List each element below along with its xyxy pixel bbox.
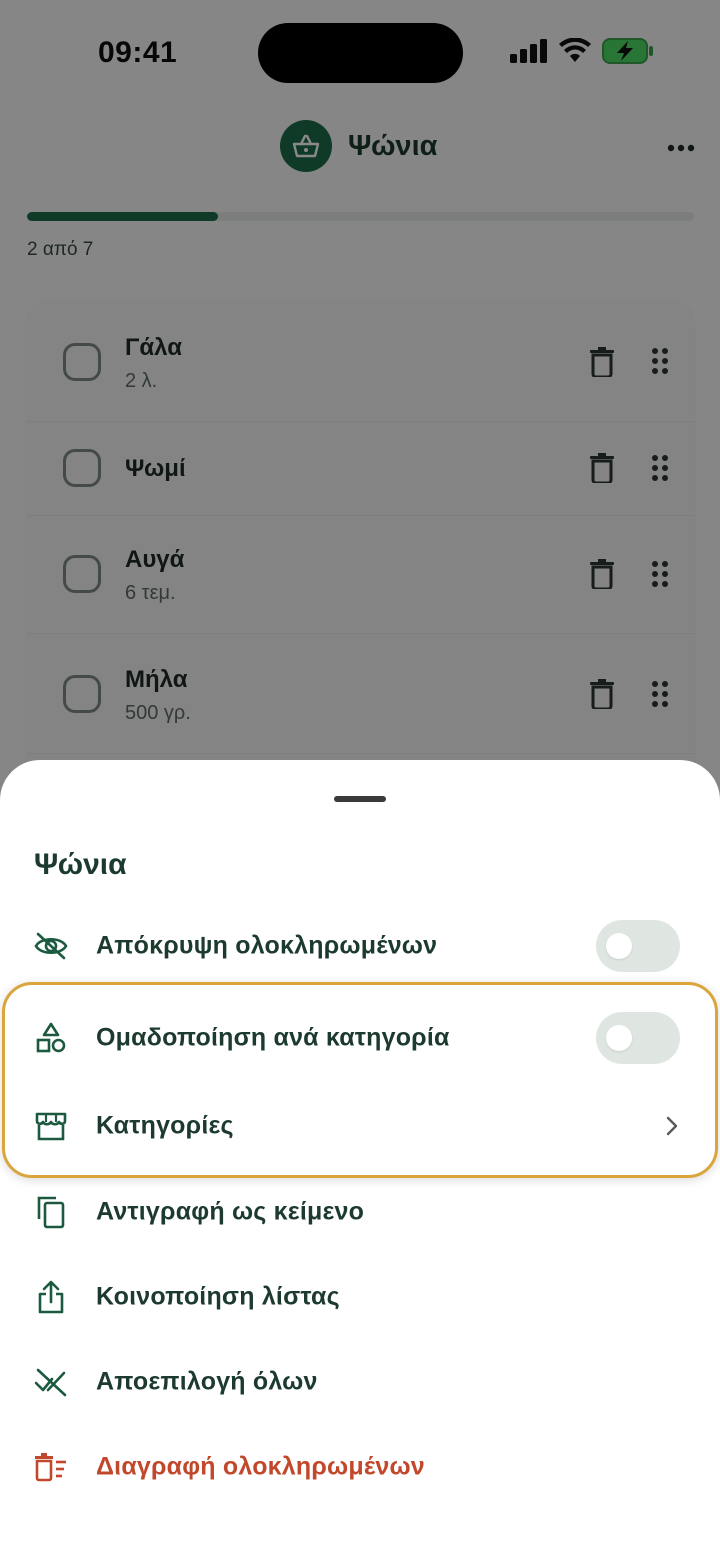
menu-item-group-by-category[interactable]: Ομαδοποίηση ανά κατηγορία xyxy=(0,1002,720,1074)
delete-list-icon xyxy=(34,1450,68,1484)
menu-item-share-list[interactable]: Κοινοποίηση λίστας xyxy=(0,1261,720,1333)
copy-icon xyxy=(34,1195,68,1229)
menu-item-label: Κοινοποίηση λίστας xyxy=(96,1282,340,1311)
menu-item-hide-completed[interactable]: Απόκρυψη ολοκληρωμένων xyxy=(0,910,720,982)
menu-item-uncheck-all[interactable]: Αποεπιλογή όλων xyxy=(0,1346,720,1418)
sheet-title: Ψώνια xyxy=(34,848,127,881)
menu-item-label: Ομαδοποίηση ανά κατηγορία xyxy=(96,1023,450,1052)
menu-item-copy-as-text[interactable]: Αντιγραφή ως κείμενο xyxy=(0,1176,720,1248)
menu-item-label: Διαγραφή ολοκληρωμένων xyxy=(96,1452,425,1481)
chevron-right-icon xyxy=(666,1116,678,1136)
sheet-drag-handle[interactable] xyxy=(334,796,386,802)
hide-completed-toggle[interactable] xyxy=(596,920,680,972)
shapes-icon xyxy=(34,1021,68,1055)
options-bottom-sheet: Ψώνια Απόκρυψη ολοκληρωμένων Ομαδοποίηση… xyxy=(0,760,720,1564)
menu-item-label: Αντιγραφή ως κείμενο xyxy=(96,1197,365,1226)
uncheck-all-icon xyxy=(34,1365,68,1399)
app-screen: 09:41 Ψώνια 2 από 7 Γάλα 2 λ. Ψωμί Αυγά … xyxy=(0,0,720,1564)
menu-item-label: Κατηγορίες xyxy=(96,1111,234,1140)
eye-off-icon xyxy=(34,929,68,963)
toggle-knob xyxy=(606,933,632,959)
menu-item-categories[interactable]: Κατηγορίες xyxy=(0,1090,720,1162)
store-icon xyxy=(34,1109,68,1143)
menu-item-label: Απόκρυψη ολοκληρωμένων xyxy=(96,931,438,960)
menu-item-label: Αποεπιλογή όλων xyxy=(96,1367,318,1396)
toggle-knob xyxy=(606,1025,632,1051)
share-icon xyxy=(34,1280,68,1314)
menu-item-delete-completed[interactable]: Διαγραφή ολοκληρωμένων xyxy=(0,1431,720,1503)
group-by-category-toggle[interactable] xyxy=(596,1012,680,1064)
